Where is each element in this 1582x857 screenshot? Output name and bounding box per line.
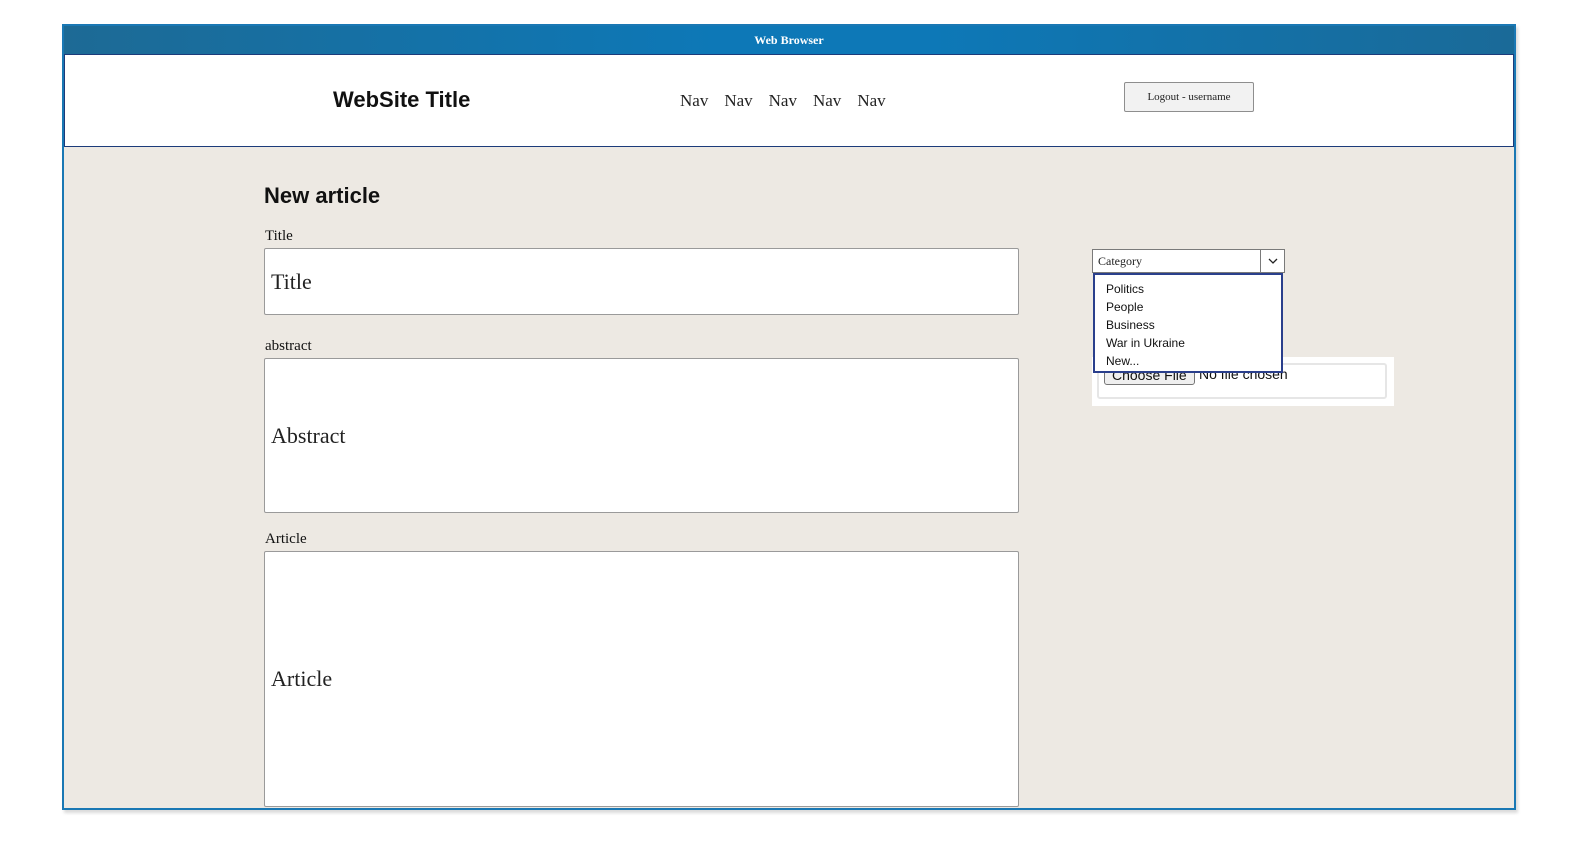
chevron-down-icon[interactable]: [1260, 250, 1284, 272]
nav-item-5[interactable]: Nav: [857, 91, 885, 111]
page-title: New article: [264, 183, 381, 208]
article-label: Article: [265, 531, 307, 547]
category-option-people[interactable]: People: [1095, 298, 1281, 316]
nav-item-2[interactable]: Nav: [724, 91, 752, 111]
logout-button[interactable]: Logout - username: [1124, 82, 1254, 112]
title-input[interactable]: Title: [264, 248, 1019, 315]
category-option-politics[interactable]: Politics: [1095, 280, 1281, 298]
article-textarea[interactable]: Article: [264, 551, 1019, 807]
nav-item-1[interactable]: Nav: [680, 91, 708, 111]
category-select[interactable]: Category: [1092, 249, 1285, 273]
site-title[interactable]: WebSite Title: [333, 87, 470, 113]
browser-titlebar: Web Browser: [64, 26, 1514, 54]
browser-window: Web Browser WebSite Title Nav Nav Nav Na…: [62, 24, 1516, 810]
nav-item-3[interactable]: Nav: [769, 91, 797, 111]
abstract-label: abstract: [265, 338, 312, 354]
abstract-textarea[interactable]: Abstract: [264, 358, 1019, 513]
category-option-business[interactable]: Business: [1095, 316, 1281, 334]
category-selected-value: Category: [1098, 254, 1142, 268]
category-dropdown-list: Politics People Business War in Ukraine …: [1093, 273, 1283, 373]
category-option-war-in-ukraine[interactable]: War in Ukraine: [1095, 334, 1281, 352]
main-nav: Nav Nav Nav Nav Nav: [680, 91, 902, 111]
site-header: WebSite Title Nav Nav Nav Nav Nav Logout…: [64, 54, 1514, 147]
category-option-new[interactable]: New...: [1095, 352, 1281, 370]
title-label: Title: [265, 228, 293, 244]
nav-item-4[interactable]: Nav: [813, 91, 841, 111]
